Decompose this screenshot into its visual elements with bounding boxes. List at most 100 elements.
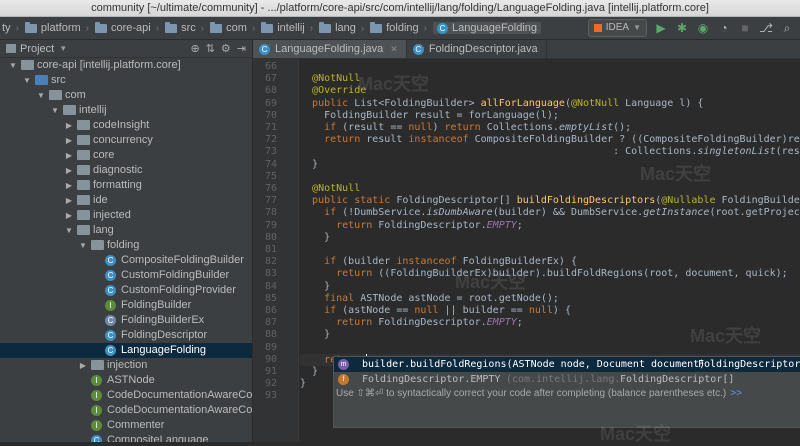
breadcrumb-item[interactable]: folding› [370, 22, 427, 34]
collapse-all-icon[interactable]: ⇅ [206, 42, 215, 55]
tree-item[interactable]: ▼core-api [intellij.platform.core] [0, 58, 252, 73]
code-line: if (builder instanceof FoldingBuilderEx)… [300, 256, 577, 268]
tree-item[interactable]: CFoldingBuilderEx [0, 313, 252, 328]
tree-item[interactable]: CCustomFoldingProvider [0, 283, 252, 298]
locate-icon[interactable]: ⊕ [190, 42, 199, 55]
code-token: return [324, 134, 366, 145]
tree-item[interactable]: CCompositeLanguage [0, 433, 252, 442]
chevron-down-icon[interactable]: ▼ [50, 103, 60, 118]
code-token: (builder) && DumbService. [493, 207, 644, 218]
breadcrumb-item[interactable]: intellij› [261, 22, 313, 34]
hide-icon[interactable]: ⇥ [237, 42, 246, 55]
project-panel-title[interactable]: Project [20, 43, 54, 55]
chevron-down-icon[interactable]: ▼ [64, 223, 74, 238]
tab-language-folding[interactable]: C LanguageFolding.java ✕ [253, 40, 407, 58]
breadcrumb-item[interactable]: platform› [25, 22, 89, 34]
completion-popup[interactable]: m builder.buildFoldRegions(ASTNode node,… [333, 356, 800, 428]
breadcrumb-item[interactable]: ty› [2, 22, 19, 34]
chevron-down-icon[interactable]: ▼ [59, 44, 67, 53]
tree-item[interactable]: CFoldingDescriptor [0, 328, 252, 343]
breadcrumb-item[interactable]: com› [210, 22, 255, 34]
tree-item[interactable]: ▶ ide [0, 193, 252, 208]
tree-item[interactable]: ▶injected [0, 208, 252, 223]
run-config-selector[interactable]: IDEA▼ [588, 19, 647, 37]
tab-folding-descriptor[interactable]: C FoldingDescriptor.java [407, 40, 547, 58]
tree-item[interactable]: ICodeDocumentationAwareCo [0, 403, 252, 418]
completion-item[interactable]: f FoldingDescriptor.EMPTY (com.intellij.… [334, 372, 800, 387]
tree-item[interactable]: ▶concurrency [0, 133, 252, 148]
chevron-down-icon[interactable]: ▼ [22, 73, 32, 88]
line-number-gutter[interactable]: 6667686970717273747576777879808182838485… [253, 59, 299, 442]
tree-item-label: ide [93, 193, 108, 208]
tree-item-label: CompositeLanguage [107, 433, 209, 442]
code-token: ) [432, 122, 444, 133]
breadcrumb-item[interactable]: lang› [319, 22, 364, 34]
interface-icon: I [91, 390, 102, 401]
breadcrumb-item[interactable]: core-api› [95, 22, 159, 34]
tree-item[interactable]: CLanguageFolding [0, 343, 252, 358]
chevron-down-icon[interactable]: ▼ [8, 58, 18, 73]
tree-item[interactable]: ▼src [0, 73, 252, 88]
completion-item-package: (com.intellij.lang... [506, 372, 632, 387]
tree-item[interactable]: ▼lang [0, 223, 252, 238]
breadcrumb-separator-icon: › [252, 23, 255, 34]
code-token: allForLanguage [481, 98, 565, 109]
code-line: public List<FoldingBuilder> allForLangua… [300, 98, 703, 110]
code-token [300, 122, 324, 133]
tree-item[interactable]: ▼com [0, 88, 252, 103]
chevron-right-icon[interactable]: ▶ [64, 133, 74, 148]
completion-hint-link[interactable]: >> [730, 388, 742, 399]
gear-icon[interactable]: ⚙ [221, 42, 231, 55]
line-number: 66 [253, 61, 277, 73]
profile-icon[interactable]: ◔ [716, 20, 732, 36]
search-icon[interactable]: ⌕ [779, 20, 795, 36]
close-icon[interactable]: ✕ [390, 40, 398, 58]
code-token: } [300, 329, 330, 340]
code-token: @NotNull [312, 73, 360, 84]
tree-item[interactable]: ▶formatting [0, 178, 252, 193]
class-icon: C [105, 255, 116, 266]
chevron-right-icon[interactable]: ▶ [64, 148, 74, 163]
code-token: result [366, 134, 408, 145]
chevron-right-icon[interactable]: ▶ [64, 178, 74, 193]
chevron-right-icon[interactable]: ▶ [64, 208, 74, 223]
code-token: instanceof [408, 134, 474, 145]
tree-item[interactable]: IFoldingBuilder [0, 298, 252, 313]
code-token: return [336, 317, 378, 328]
code-token [300, 73, 312, 84]
chevron-right-icon[interactable]: ▶ [64, 193, 74, 208]
tree-item[interactable]: IASTNode [0, 373, 252, 388]
stop-icon[interactable]: ■ [737, 20, 753, 36]
chevron-right-icon[interactable]: ▶ [78, 358, 88, 373]
class-icon: C [413, 44, 424, 55]
tree-item[interactable]: ▶core [0, 148, 252, 163]
run-config-icon [594, 24, 602, 32]
tree-item[interactable]: ▶diagnostic [0, 163, 252, 178]
breadcrumb-item[interactable]: CLanguageFolding [433, 22, 541, 34]
tree-item[interactable]: ICommenter [0, 418, 252, 433]
tree-item[interactable]: ▶injection [0, 358, 252, 373]
folder-icon [63, 105, 76, 115]
tree-item[interactable]: ▼intellij [0, 103, 252, 118]
breadcrumb-item[interactable]: src› [165, 22, 204, 34]
breadcrumb-label: ty [2, 22, 11, 34]
vcs-icon[interactable]: ⎇ [758, 20, 774, 36]
code-line: } [300, 378, 306, 390]
line-number: 87 [253, 317, 277, 329]
code-token: if [324, 207, 342, 218]
tree-item[interactable]: ▼folding [0, 238, 252, 253]
coverage-icon[interactable]: ◉ [695, 20, 711, 36]
debug-icon[interactable]: ✱ [674, 20, 690, 36]
tree-item[interactable]: ▶codeInsight [0, 118, 252, 133]
tree-item[interactable]: CCompositeFoldingBuilder [0, 253, 252, 268]
chevron-down-icon[interactable]: ▼ [78, 238, 88, 253]
tree-item[interactable]: CCustomFoldingBuilder [0, 268, 252, 283]
chevron-right-icon[interactable]: ▶ [64, 118, 74, 133]
tree-item[interactable]: ICodeDocumentationAwareCo [0, 388, 252, 403]
code-token: (!DumbService. [342, 207, 426, 218]
chevron-down-icon[interactable]: ▼ [36, 88, 46, 103]
run-icon[interactable]: ▶ [653, 20, 669, 36]
module-icon [21, 60, 34, 70]
completion-item[interactable]: m builder.buildFoldRegions(ASTNode node,… [334, 357, 800, 372]
chevron-right-icon[interactable]: ▶ [64, 163, 74, 178]
